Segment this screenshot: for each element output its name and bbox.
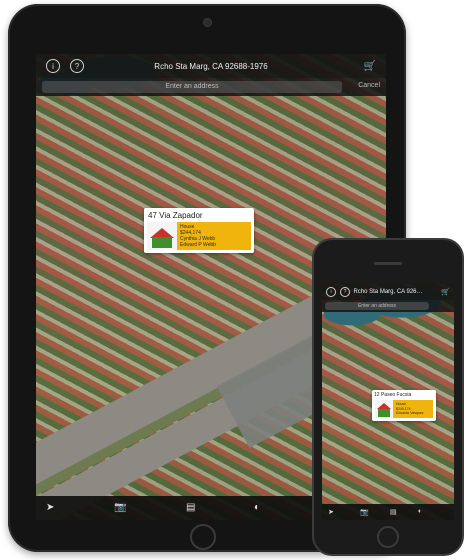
location-arrow-icon[interactable]: ➤ [328, 508, 334, 516]
iphone-device: i ? Rcho Sta Marg, CA 926… 🛒 Enter an ad… [312, 238, 464, 556]
search-input[interactable]: Enter an address [325, 302, 429, 310]
house-icon [147, 222, 177, 250]
cart-icon[interactable]: 🛒 [441, 288, 450, 296]
location-title: Rcho Sta Marg, CA 926… [353, 289, 423, 295]
property-callout[interactable]: 47 Via Zapador House $244,174 Cynthia J … [144, 208, 254, 253]
camera-icon[interactable]: 📷 [360, 508, 369, 516]
callout-agent: Eduardo Vasquez [396, 411, 424, 415]
cart-icon[interactable]: 🛒 [364, 61, 376, 72]
callout-address: 12 Paseo Fucsia [374, 392, 412, 398]
search-bar: Enter an address [322, 300, 454, 312]
share-icon[interactable]: ◐ [254, 502, 260, 513]
top-bar: i ? Rcho Sta Marg, CA 92688-1976 🛒 [36, 54, 386, 78]
callout-info: House $249,174 Eduardo Vasquez [393, 400, 433, 418]
share-icon[interactable]: ◐ [418, 508, 422, 515]
property-callout[interactable]: 12 Paseo Fucsia House $249,174 Eduardo V… [372, 390, 436, 421]
callout-address: 47 Via Zapador [148, 211, 203, 220]
listing-icon[interactable]: ▤ [390, 508, 397, 516]
camera-icon[interactable]: 📷 [114, 502, 126, 513]
ipad-camera [203, 18, 212, 27]
top-bar: i ? Rcho Sta Marg, CA 926… 🛒 [322, 284, 454, 300]
bottom-toolbar: ➤ 📷 ▤ ◐ [322, 504, 454, 520]
location-arrow-icon[interactable]: ➤ [46, 502, 54, 513]
iphone-speaker [374, 262, 402, 265]
callout-info: House $244,174 Cynthia J Webb Edward P W… [177, 222, 251, 250]
search-input[interactable]: Enter an address [42, 81, 342, 93]
iphone-screen: i ? Rcho Sta Marg, CA 926… 🛒 Enter an ad… [322, 284, 454, 520]
iphone-home-button[interactable] [377, 526, 399, 548]
house-icon [375, 400, 393, 418]
cancel-button[interactable]: Cancel [358, 82, 380, 89]
ipad-home-button[interactable] [190, 524, 216, 550]
location-title: Rcho Sta Marg, CA 92688-1976 [154, 61, 268, 71]
listing-icon[interactable]: ▤ [186, 502, 195, 513]
callout-agent: Edward P Webb [180, 242, 216, 248]
search-bar: Enter an address Cancel [36, 78, 386, 96]
